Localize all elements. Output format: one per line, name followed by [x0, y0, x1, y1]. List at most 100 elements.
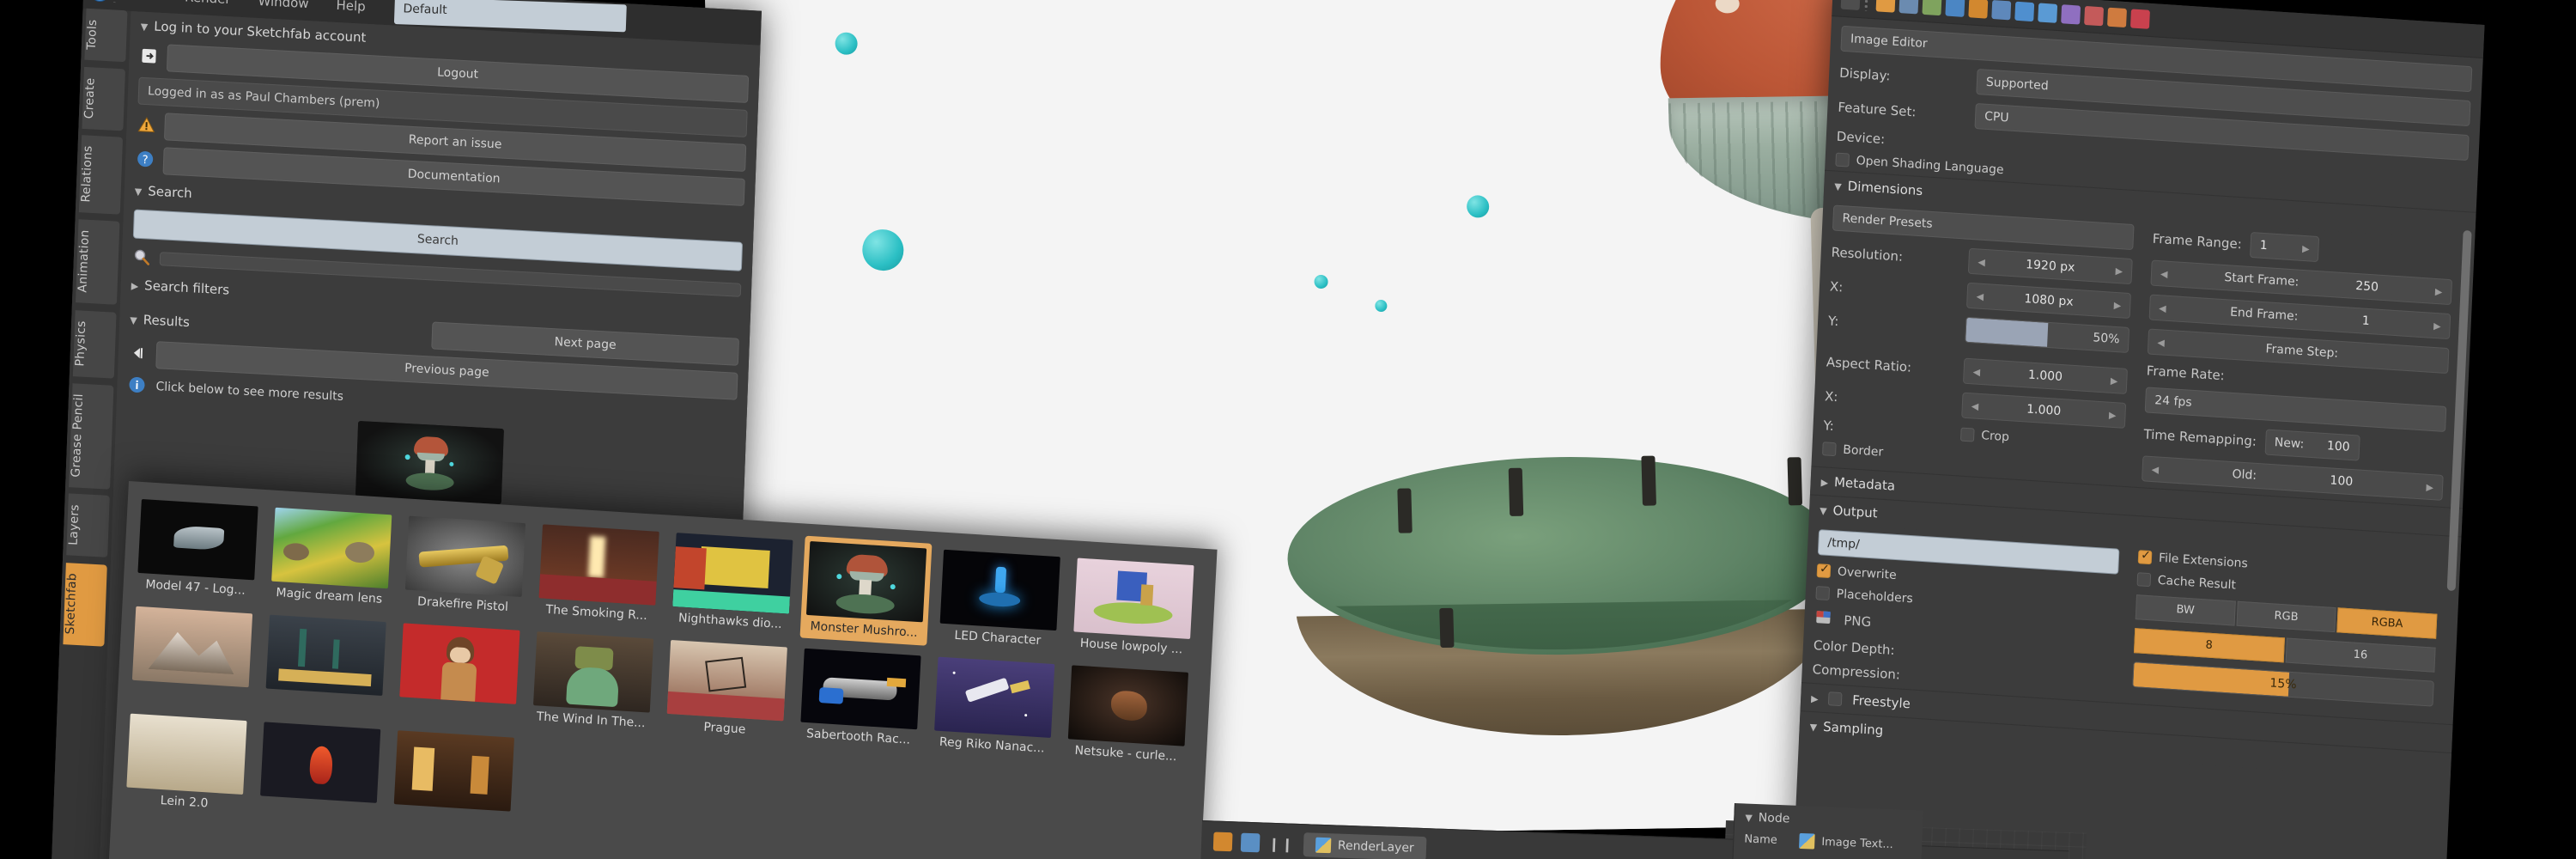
decrement-arrow-icon[interactable]: ◀ [2159, 302, 2166, 314]
new-field[interactable]: New: 100 [2264, 429, 2360, 461]
render-properties-icon[interactable] [1875, 0, 1896, 13]
physics-icon[interactable] [2061, 4, 2081, 25]
increment-arrow-icon[interactable]: ▶ [2433, 320, 2441, 332]
asset-card-magic-dream-lens[interactable]: Magic dream lens [265, 502, 398, 612]
menu-help[interactable]: Help [324, 0, 378, 19]
asset-card-nighthawks[interactable]: Nighthawks dio... [666, 527, 799, 637]
material-properties-icon[interactable] [2107, 7, 2127, 28]
menu-window[interactable]: Window [246, 0, 321, 15]
checkbox-box[interactable] [1835, 152, 1850, 168]
decrement-arrow-icon[interactable]: ◀ [1972, 366, 1980, 378]
scene-properties-icon[interactable] [1922, 0, 1942, 16]
asset-thumbnail[interactable] [271, 507, 392, 589]
sidebar-tab-grease-pencil[interactable]: Grease Pencil [69, 382, 114, 490]
placeholders-checkbox[interactable]: Placeholders [1815, 586, 1913, 606]
increment-arrow-icon[interactable]: ▶ [2114, 299, 2122, 311]
constraints-icon[interactable] [1991, 0, 2012, 21]
asset-card-smoking-room[interactable]: The Smoking R... [532, 519, 665, 629]
asset-thumbnail[interactable] [137, 498, 258, 581]
render-layer-tab[interactable]: RenderLayer [1303, 832, 1427, 859]
overwrite-checkbox[interactable]: Overwrite [1816, 564, 1897, 582]
asset-card-drakefire-pistol[interactable]: Drakefire Pistol [398, 510, 531, 620]
sidebar-tab-relations[interactable]: Relations [78, 135, 124, 215]
start-frame-field[interactable]: 1 ▶ [2250, 231, 2320, 263]
sidebar-tab-physics[interactable]: Physics [72, 309, 117, 379]
particles-icon[interactable] [2038, 3, 2058, 23]
asset-card-city-night[interactable] [259, 609, 392, 719]
increment-arrow-icon[interactable]: ▶ [2302, 242, 2310, 254]
asset-card-lein[interactable]: Lein 2.0 [120, 708, 252, 818]
format-value[interactable]: PNG [1844, 612, 1872, 630]
asset-thumbnail[interactable] [939, 549, 1060, 631]
asset-card-interior-warm[interactable] [387, 725, 519, 835]
properties-drag-dots-icon[interactable] [1863, 0, 1873, 11]
node-tree-type-icon[interactable] [1240, 832, 1261, 853]
decrement-arrow-icon[interactable]: ◀ [1971, 400, 1979, 412]
asset-thumbnail[interactable] [393, 730, 514, 812]
previous-arrow-icon[interactable] [128, 343, 149, 364]
asset-thumbnail[interactable] [672, 533, 793, 614]
checkbox-box[interactable] [1815, 586, 1831, 601]
selected-result-preview[interactable] [355, 420, 504, 505]
cache-result-checkbox[interactable]: Cache Result [2136, 572, 2236, 593]
decrement-arrow-icon[interactable]: ◀ [2157, 337, 2165, 349]
checkbox-box[interactable] [2136, 572, 2152, 588]
asset-thumbnail[interactable] [934, 656, 1055, 739]
asset-thumbnail[interactable] [1067, 665, 1189, 746]
decrement-arrow-icon[interactable]: ◀ [2151, 464, 2159, 476]
resolution-percentage-slider[interactable]: 50% [1965, 316, 2130, 354]
node-editor-type-icon[interactable] [1212, 832, 1233, 852]
asset-thumbnail[interactable] [538, 524, 659, 606]
asset-card-red-girl[interactable] [393, 618, 526, 728]
asset-card-model47[interactable]: Model 47 - Log... [131, 494, 264, 604]
asset-thumbnail[interactable] [404, 515, 526, 597]
color-mode-rgb[interactable]: RGB [2236, 600, 2336, 633]
asset-thumbnail[interactable] [126, 713, 247, 795]
asset-thumbnail[interactable] [131, 606, 253, 688]
asset-card-prague[interactable]: Prague [660, 635, 793, 745]
asset-thumbnail[interactable] [260, 722, 381, 803]
menu-file[interactable]: File [124, 0, 170, 7]
editor-type-icon[interactable] [1840, 0, 1861, 11]
asset-thumbnail[interactable] [532, 631, 654, 713]
decrement-arrow-icon[interactable]: ◀ [1978, 256, 1985, 268]
info-editor-icon[interactable] [89, 0, 110, 3]
editor-drag-dots-icon[interactable] [112, 0, 121, 3]
asset-card-house-lowpoly[interactable]: House lowpoly ... [1067, 552, 1200, 662]
asset-card-reg-riko[interactable]: Reg Riko Nanac... [928, 651, 1060, 761]
increment-arrow-icon[interactable]: ▶ [2435, 285, 2443, 297]
pause-icon[interactable]: ❙❙ [1268, 835, 1295, 852]
asset-card-wind-in-the[interactable]: The Wind In The... [527, 626, 659, 736]
texture-properties-icon[interactable] [2129, 9, 2150, 29]
border-checkbox[interactable]: Border [1822, 442, 1884, 460]
file-extensions-checkbox[interactable]: File Extensions [2137, 550, 2248, 570]
checkbox-box[interactable] [1816, 564, 1832, 579]
color-depth-8[interactable]: 8 [2133, 628, 2285, 663]
color-mode-rgba[interactable]: RGBA [2336, 607, 2438, 639]
increment-arrow-icon[interactable]: ▶ [2109, 409, 2117, 421]
sidebar-tab-create[interactable]: Create [82, 66, 125, 131]
render-layers-icon[interactable] [1899, 0, 1919, 15]
increment-arrow-icon[interactable]: ▶ [2426, 481, 2433, 493]
increment-arrow-icon[interactable]: ▶ [2111, 375, 2118, 387]
asset-thumbnail[interactable] [399, 623, 520, 704]
asset-card-led-character[interactable]: LED Character [933, 544, 1066, 654]
asset-thumbnail[interactable] [1073, 557, 1194, 639]
sidebar-tab-animation[interactable]: Animation [75, 219, 120, 306]
checkbox-box[interactable] [1822, 442, 1837, 457]
asset-card-netsuke[interactable]: Netsuke - curle... [1061, 660, 1194, 770]
increment-arrow-icon[interactable]: ▶ [2115, 265, 2123, 277]
checkbox-box[interactable] [2137, 550, 2153, 565]
decrement-arrow-icon[interactable]: ◀ [1976, 290, 1984, 302]
menu-render[interactable]: Render [173, 0, 243, 11]
world-properties-icon[interactable] [1945, 0, 1965, 17]
asset-thumbnail[interactable] [666, 639, 787, 722]
asset-thumbnail[interactable] [800, 648, 921, 730]
freestyle-checkbox[interactable] [1828, 691, 1843, 707]
sidebar-tab-layers[interactable]: Layers [66, 493, 110, 557]
color-mode-bw[interactable]: BW [2135, 594, 2236, 626]
sidebar-tab-sketchfab[interactable]: Sketchfab [63, 562, 107, 647]
render-properties-panel[interactable]: Image Editor Display: Supported Feature … [1792, 0, 2485, 859]
object-data-icon[interactable] [2084, 5, 2105, 27]
modifiers-wrench-icon[interactable] [2014, 1, 2035, 22]
